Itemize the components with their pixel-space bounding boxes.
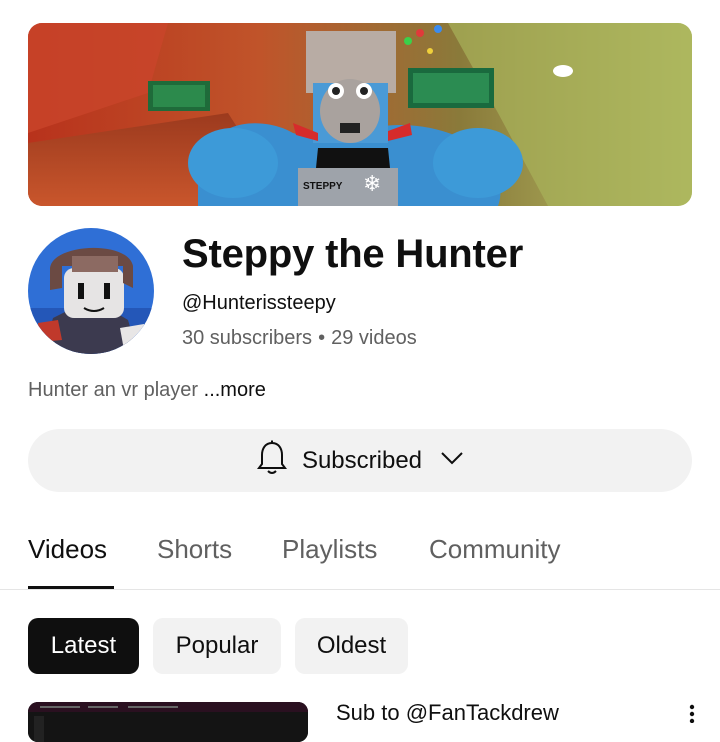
channel-tabs: Videos Shorts Playlists Community xyxy=(0,520,720,590)
video-count: 29 videos xyxy=(331,327,417,349)
filter-chip-latest[interactable]: Latest xyxy=(28,618,139,674)
tab-shorts[interactable]: Shorts xyxy=(157,534,232,565)
subscribed-button[interactable]: Subscribed xyxy=(28,429,692,492)
tab-videos[interactable]: Videos xyxy=(28,534,107,565)
svg-text:❄: ❄ xyxy=(363,172,381,197)
banner-text: STEPPY xyxy=(303,181,343,192)
tab-playlists[interactable]: Playlists xyxy=(282,534,377,565)
stats-separator: • xyxy=(318,327,326,349)
chevron-down-icon xyxy=(440,451,464,470)
channel-avatar[interactable] xyxy=(28,228,154,354)
channel-name: Steppy the Hunter xyxy=(182,232,524,276)
filter-chip-oldest[interactable]: Oldest xyxy=(295,618,408,674)
channel-description: Hunter an vr player ...more xyxy=(28,379,266,402)
video-thumbnail[interactable] xyxy=(28,702,308,742)
tab-community[interactable]: Community xyxy=(429,534,560,565)
bell-icon xyxy=(256,440,288,481)
channel-banner: STEPPY ❄ xyxy=(28,23,692,206)
tabs-divider xyxy=(0,589,720,590)
channel-handle: @Hunterissteepy xyxy=(182,292,336,314)
channel-stats: 30 subscribers • 29 videos xyxy=(182,327,417,350)
filter-chip-popular[interactable]: Popular xyxy=(153,618,281,674)
more-link[interactable]: ...more xyxy=(204,379,266,401)
avatar-image xyxy=(28,228,154,354)
description-text: Hunter an vr player xyxy=(28,379,199,401)
thumbnail-image xyxy=(28,702,308,742)
subscribed-label: Subscribed xyxy=(301,446,423,474)
more-vert-icon[interactable] xyxy=(684,703,700,724)
subscriber-count: 30 subscribers xyxy=(182,327,313,349)
banner-image: STEPPY ❄ xyxy=(28,23,692,206)
video-title[interactable]: Sub to @FanTackdrew xyxy=(336,700,559,726)
